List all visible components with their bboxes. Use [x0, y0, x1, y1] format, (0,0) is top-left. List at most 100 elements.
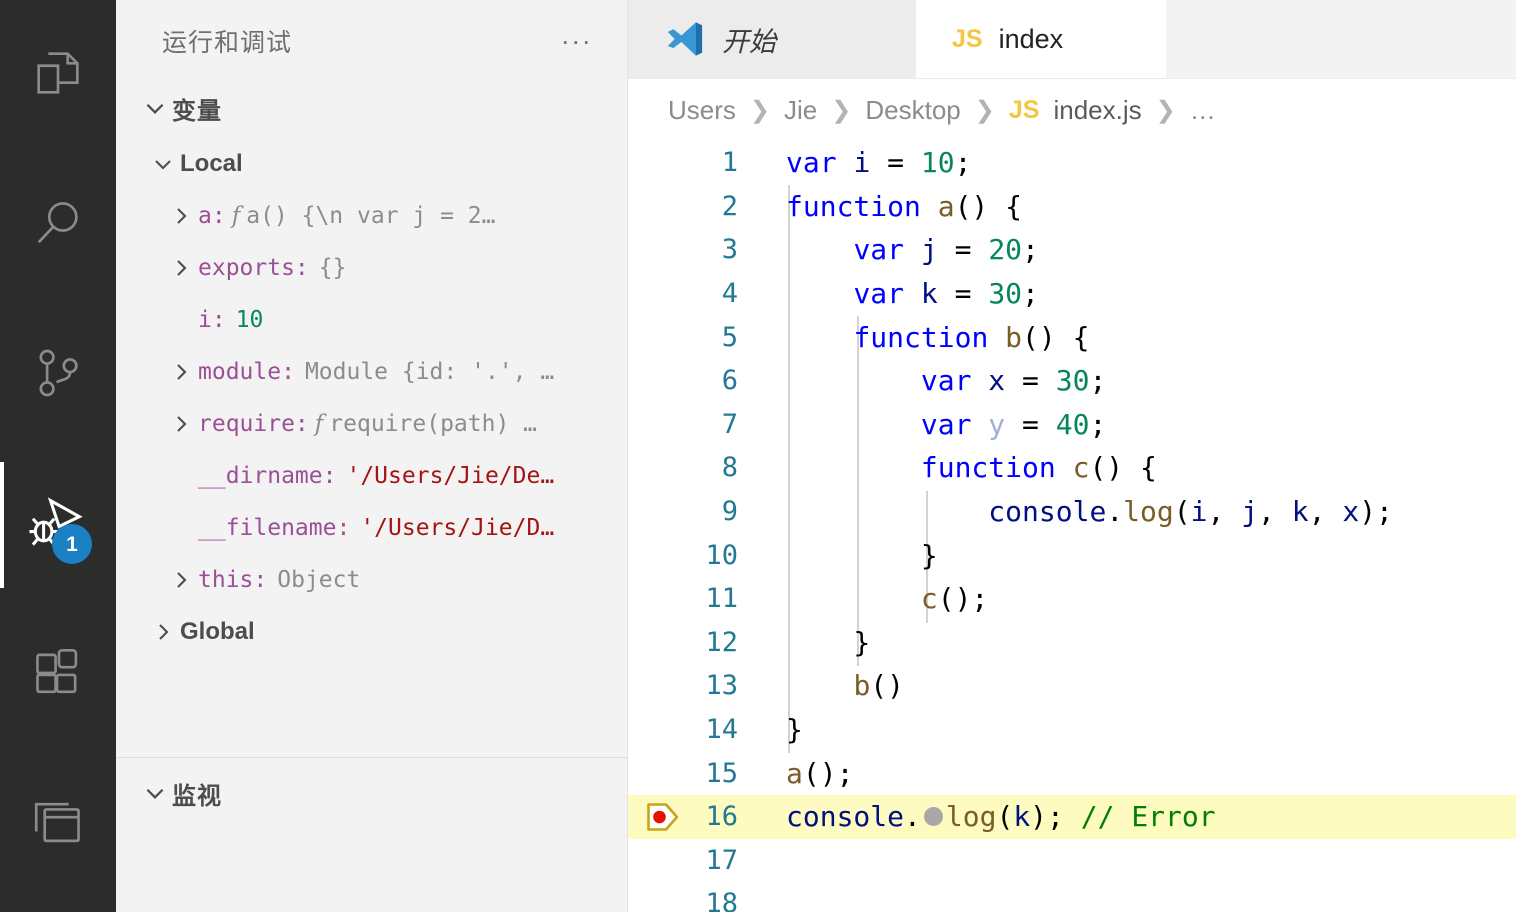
line-number: 8 — [721, 452, 738, 484]
activity-item-search[interactable] — [0, 150, 116, 300]
line-content: var i = 10; — [786, 146, 972, 180]
code-line[interactable]: 14 } — [628, 708, 1516, 752]
line-number: 1 — [721, 147, 738, 179]
variable-value: Module {id: '.', … — [304, 359, 555, 385]
line-number: 12 — [705, 626, 738, 658]
code-line[interactable]: 12 } — [628, 621, 1516, 665]
variables-tree: Local a: f a() {\n var j = 2… exports: {… — [116, 134, 627, 753]
variable-row[interactable]: a: f a() {\n var j = 2… — [116, 190, 627, 242]
code-line[interactable]: 7 var y = 40; — [628, 403, 1516, 447]
js-file-icon: JS — [952, 24, 983, 53]
variable-value: a() {\n var j = 2… — [246, 203, 496, 229]
line-content: } — [786, 625, 871, 659]
activity-item-layout-panel[interactable] — [0, 900, 116, 912]
code-line[interactable]: 6 var x = 30; — [628, 359, 1516, 403]
code-line[interactable]: 11 c(); — [628, 577, 1516, 621]
sidebar-title: 运行和调试 — [162, 29, 293, 57]
variable-name: __dirname: — [198, 463, 337, 489]
chevron-right-icon — [146, 620, 180, 644]
variable-row[interactable]: module: Module {id: '.', … — [116, 346, 627, 398]
line-content: a(); — [786, 756, 854, 790]
section-variables-header[interactable]: 变量 — [116, 82, 627, 134]
scope-local-label: Local — [180, 150, 243, 177]
variable-value: {} — [318, 255, 347, 281]
tab-index-js[interactable]: JS index — [916, 0, 1166, 78]
breadcrumb: Users ❯ Jie ❯ Desktop ❯ JS index.js ❯ … — [628, 79, 1516, 141]
breadcrumb-item-file[interactable]: index.js — [1053, 95, 1141, 126]
activity-item-run-and-debug[interactable]: 1 — [0, 450, 116, 600]
breakpoint-marker[interactable] — [640, 802, 686, 832]
variable-name: this: — [198, 567, 268, 593]
line-number: 16 — [705, 801, 738, 833]
code-line[interactable]: 15 a(); — [628, 751, 1516, 795]
inline-breakpoint-dot-icon[interactable] — [923, 806, 943, 826]
tab-welcome-label: 开始 — [722, 26, 776, 57]
chevron-down-icon — [138, 95, 172, 121]
code-line[interactable]: 2 function a() { — [628, 185, 1516, 229]
line-number: 9 — [721, 496, 738, 528]
breadcrumb-item-desktop[interactable]: Desktop — [865, 95, 960, 126]
chevron-right-icon — [164, 360, 198, 384]
remote-explorer-icon — [29, 794, 87, 857]
code-line-current[interactable]: 16 console. log(k); // Error — [628, 794, 1516, 839]
breadcrumb-item-jie[interactable]: Jie — [784, 95, 817, 126]
variable-row[interactable]: require: f require(path) … — [116, 398, 627, 450]
sidebar-run-and-debug: 运行和调试 ... 变量 Local a: f a() {\n var j = … — [116, 0, 628, 912]
chevron-right-icon — [164, 568, 198, 592]
activity-item-explorer[interactable] — [0, 0, 116, 150]
variable-value: require(path) … — [329, 411, 538, 437]
breadcrumb-separator-icon: ❯ — [831, 96, 852, 124]
tab-welcome[interactable]: 开始 — [628, 0, 916, 78]
breadcrumb-item-users[interactable]: Users — [668, 95, 736, 126]
vscode-logo-icon — [664, 18, 706, 60]
code-line[interactable]: 5 function b() { — [628, 315, 1516, 359]
activity-item-source-control[interactable] — [0, 300, 116, 450]
line-content: } — [786, 713, 803, 747]
code-line[interactable]: 18 — [628, 882, 1516, 912]
variable-row[interactable]: __dirname: '/Users/Jie/De… — [116, 450, 627, 502]
line-number: 18 — [705, 888, 738, 912]
code-line[interactable]: 10 } — [628, 533, 1516, 577]
code-line[interactable]: 4 var k = 30; — [628, 272, 1516, 316]
code-line[interactable]: 8 function c() { — [628, 446, 1516, 490]
code-line[interactable]: 13 b() — [628, 664, 1516, 708]
line-number: 5 — [721, 321, 738, 353]
code-line[interactable]: 3 var j = 20; — [628, 228, 1516, 272]
line-number: 11 — [705, 583, 738, 615]
line-content: var j = 20; — [853, 233, 1039, 267]
code-line[interactable]: 9 console.log(i, j, k, x); — [628, 490, 1516, 534]
variable-row[interactable]: this: Object — [116, 554, 627, 606]
breadcrumb-overflow[interactable]: … — [1190, 95, 1216, 126]
line-content: b() — [853, 669, 905, 703]
line-number: 10 — [705, 539, 738, 571]
variable-row[interactable]: __filename: '/Users/Jie/D… — [116, 502, 627, 554]
line-number: 15 — [705, 757, 738, 789]
sidebar-header: 运行和调试 ... — [116, 0, 627, 82]
variable-name: module: — [198, 359, 295, 385]
variable-value: '/Users/Jie/D… — [360, 515, 555, 541]
line-number: 13 — [705, 670, 738, 702]
variable-row[interactable]: i: 10 — [116, 294, 627, 346]
watch-empty-area — [116, 828, 627, 912]
activity-item-remote-explorer[interactable] — [0, 750, 116, 900]
section-watch-header[interactable]: 监视 — [116, 758, 627, 828]
code-line[interactable]: 1 var i = 10; — [628, 141, 1516, 185]
activity-bar: 1 — [0, 0, 116, 912]
line-content: console.log(i, j, k, x); — [988, 495, 1393, 529]
line-content: } — [786, 538, 938, 572]
scope-global[interactable]: Global — [116, 606, 627, 658]
code-editor[interactable]: 1 var i = 10; 2 function a() { 3 var j =… — [628, 141, 1516, 912]
variable-name: i: — [198, 307, 226, 333]
breadcrumb-separator-icon: ❯ — [1155, 96, 1176, 124]
code-line[interactable]: 17 — [628, 839, 1516, 883]
activity-item-extensions[interactable] — [0, 600, 116, 750]
line-content: var x = 30; — [920, 364, 1107, 398]
line-content: var y = 40; — [920, 407, 1107, 441]
editor-tabs: 开始 JS index — [628, 0, 1516, 79]
tab-index-js-label: index — [998, 23, 1064, 54]
line-number: 7 — [721, 408, 738, 440]
more-actions-icon[interactable]: ... — [561, 21, 593, 61]
scope-local[interactable]: Local — [116, 138, 627, 190]
chevron-right-icon — [164, 412, 198, 436]
variable-row[interactable]: exports: {} — [116, 242, 627, 294]
